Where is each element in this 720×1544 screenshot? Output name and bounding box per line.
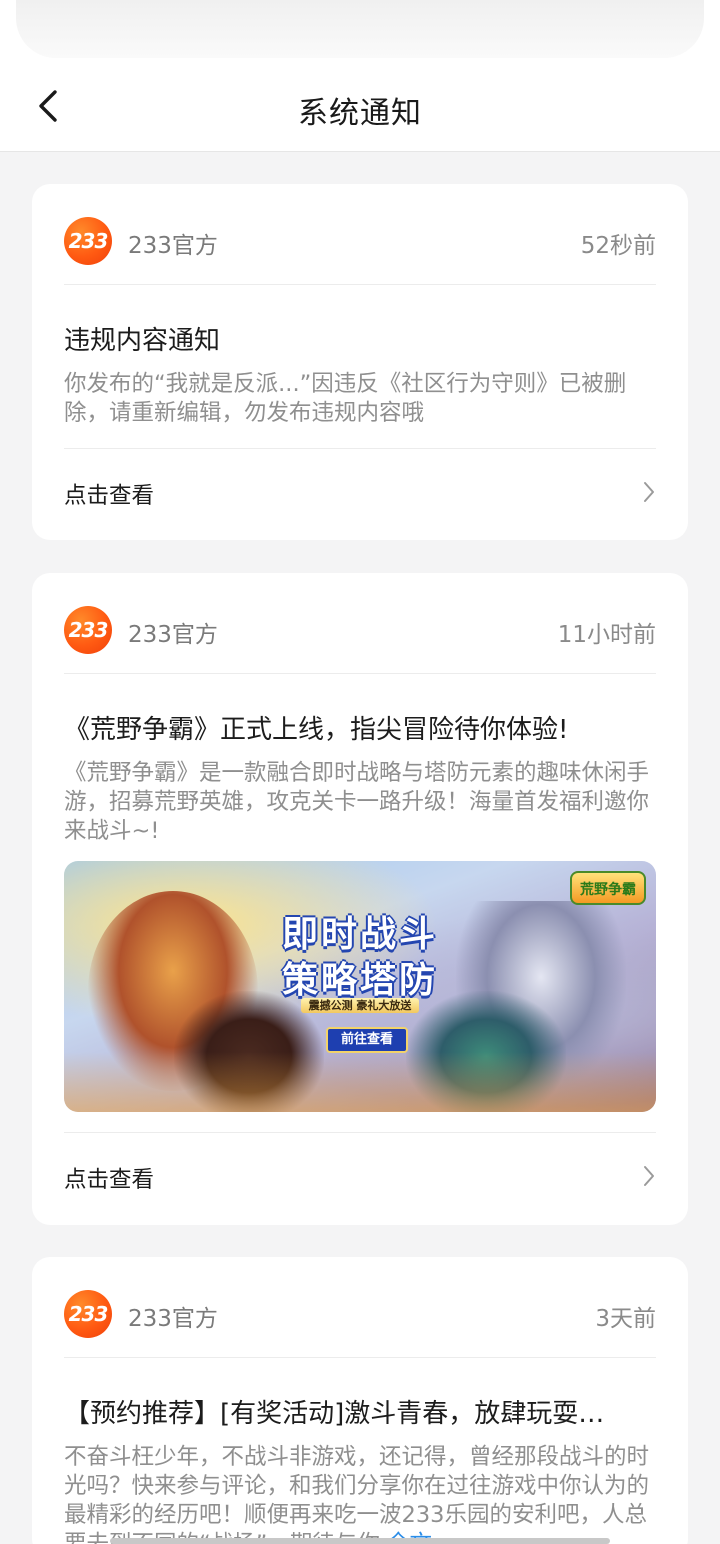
233-logo-icon: 233	[64, 217, 112, 265]
chevron-right-icon	[644, 1166, 654, 1186]
notification-title: 违规内容通知	[64, 326, 221, 356]
page-title: 系统通知	[298, 96, 422, 131]
notification-title: 【预约推荐】[有奖活动]激斗青春，放肆玩耍…	[64, 1399, 605, 1429]
notification-card[interactable]: 233 233官方 52秒前 违规内容通知 你发布的“我就是反派...”因违反《…	[32, 184, 688, 540]
notification-body: 你发布的“我就是反派...”因违反《社区行为守则》已被删除，请重新编辑，勿发布违…	[64, 371, 627, 426]
notification-body: 不奋斗枉少年，不战斗非游戏，还记得，曾经那段战斗的时光吗？快来参与评论，和我们分…	[64, 1443, 658, 1544]
divider	[64, 673, 656, 674]
notification-body: 《荒野争霸》是一款融合即时战略与塔防元素的趣味休闲手游，招募荒野英雄，攻克关卡一…	[64, 760, 650, 844]
sender-name: 233官方	[128, 1306, 218, 1332]
sender-name: 233官方	[128, 233, 218, 259]
chevron-right-icon	[644, 482, 654, 502]
view-details-button[interactable]: 点击查看	[64, 1148, 656, 1208]
banner-headline-2: 策略塔防	[281, 960, 438, 1001]
view-details-button[interactable]: 点击查看	[64, 464, 656, 524]
status-bar	[0, 0, 720, 66]
banner-headline-1: 即时战斗	[281, 914, 438, 955]
banner-ground	[64, 1052, 656, 1112]
divider	[64, 284, 656, 285]
banner-subtitle: 震撼公测 豪礼大放送	[64, 997, 656, 1013]
view-details-label: 点击查看	[64, 483, 155, 509]
promo-banner-image[interactable]: 荒野争霸 即时战斗 策略塔防 震撼公测 豪礼大放送 前往查看	[64, 861, 656, 1112]
game-logo: 荒野争霸	[570, 871, 646, 905]
timestamp: 3天前	[595, 1306, 656, 1332]
notification-title: 《荒野争霸》正式上线，指尖冒险待你体验!	[64, 715, 569, 745]
notification-card[interactable]: 233 233官方 11小时前 《荒野争霸》正式上线，指尖冒险待你体验! 《荒野…	[32, 573, 688, 1225]
banner-cta-button[interactable]: 前往查看	[326, 1027, 408, 1053]
card-header: 233 233官方 3天前	[64, 1287, 656, 1341]
card-header: 233 233官方 11小时前	[64, 603, 656, 657]
233-logo-icon: 233	[64, 606, 112, 654]
timestamp: 11小时前	[557, 622, 656, 648]
notification-card[interactable]: 233 233官方 3天前 【预约推荐】[有奖活动]激斗青春，放肆玩耍… 不奋斗…	[32, 1257, 688, 1544]
banner-subtitle-text: 震撼公测 豪礼大放送	[300, 998, 420, 1013]
scroll-indicator	[110, 1538, 610, 1544]
notification-body-text: 不奋斗枉少年，不战斗非游戏，还记得，曾经那段战斗的时光吗？快来参与评论，和我们分…	[64, 1444, 650, 1544]
timestamp: 52秒前	[580, 233, 656, 259]
divider	[64, 1357, 656, 1358]
status-bar-blur	[16, 0, 704, 58]
card-header: 233 233官方 52秒前	[64, 214, 656, 268]
view-details-label: 点击查看	[64, 1167, 155, 1193]
divider	[64, 448, 656, 449]
divider	[64, 1132, 656, 1133]
233-logo-icon: 233	[64, 1290, 112, 1338]
nav-bar: 系统通知	[0, 66, 720, 152]
sender-name: 233官方	[128, 622, 218, 648]
